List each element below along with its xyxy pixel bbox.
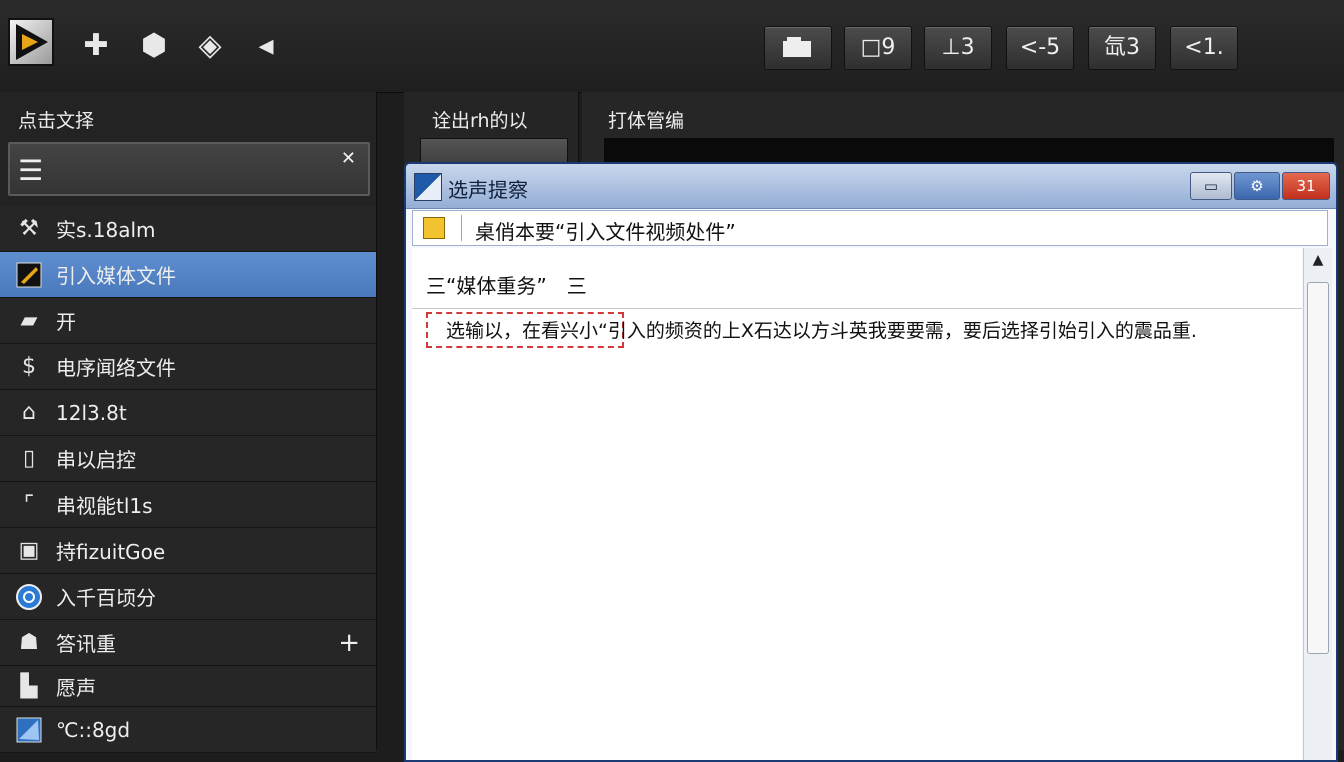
list-item-label: 引入媒体文件 [56, 264, 176, 288]
tool-icon: ⚒ [19, 216, 39, 241]
image-icon [12, 715, 46, 745]
list-item-label: 串视能tl1s [56, 494, 153, 518]
media-import-icon [12, 260, 46, 290]
list-item[interactable]: $ 电序闻络文件 [0, 344, 376, 390]
close-icon[interactable]: ✕ [341, 148, 356, 169]
globe-icon [12, 582, 46, 612]
list-item[interactable]: ⌜ 串视能tl1s [0, 482, 376, 528]
dialog-app-icon [414, 173, 442, 201]
list-item-label: 实s.18alm [56, 218, 156, 242]
address-separator [461, 215, 462, 241]
rewind-icon[interactable]: ✚ [76, 26, 116, 66]
house-icon: ⌂ [22, 400, 36, 425]
list-item[interactable]: ▣ 持fizuitGoe [0, 528, 376, 574]
person-icon: ☗ [19, 630, 39, 655]
document-icon: ▙ [20, 673, 38, 699]
list-item-label: 12l3.8t [56, 400, 127, 425]
camera-icon: ▣ [18, 538, 40, 563]
address-bar[interactable]: 桌俏本要“引入文件视频处件” [412, 210, 1328, 246]
list-item-label: 入千百顷分 [56, 586, 156, 610]
settings-icon[interactable]: ⬢ [134, 26, 174, 66]
toolbar-button-3[interactable]: <-5 [1006, 26, 1074, 70]
list-item[interactable]: ▯ 串以启控 [0, 436, 376, 482]
scroll-thumb[interactable] [1307, 282, 1329, 654]
close-button[interactable]: 31 [1282, 172, 1330, 200]
frame-icon: ▯ [22, 446, 36, 471]
list-item-label: 电序闻络文件 [56, 356, 176, 380]
list-item[interactable]: ⚒ 实s.18alm [0, 206, 376, 252]
corner-icon: ⌜ [23, 492, 35, 517]
right-panel-title: 打体管编 [608, 110, 685, 132]
top-toolbar: ✚ ⬢ ◈ ◂ □9 ⊥3 <-5 氙3 <1. [0, 0, 1344, 93]
back-icon[interactable]: ◂ [246, 26, 286, 66]
toolbar-button-4[interactable]: 氙3 [1088, 26, 1156, 70]
minimize-button[interactable]: ▭ [1190, 172, 1232, 200]
menu-icon[interactable]: ☰ [18, 154, 43, 187]
left-panel-title: 点击文择 [18, 110, 95, 132]
list-item-label: 持fizuitGoe [56, 540, 166, 564]
settings-button[interactable]: ⚙ [1234, 172, 1280, 200]
transition-icon[interactable]: ◈ [190, 26, 230, 66]
section-header: 三“媒体重务” 三 [426, 274, 587, 298]
add-icon[interactable]: + [338, 628, 360, 658]
list-item-label: 开 [56, 310, 76, 334]
list-item[interactable]: ▰ 开 [0, 298, 376, 344]
middle-panel-title: 诠出rh的以 [432, 110, 528, 132]
media-list: ⚒ 实s.18alm 引入媒体文件 ▰ 开 $ 电序闻络文件 ⌂ 12l3.8t ▯ 串以… [0, 206, 376, 753]
address-text: 桌俏本要“引入文件视频处件” [475, 220, 736, 244]
folder-icon: ▰ [20, 308, 38, 333]
search-box[interactable]: ☰ ✕ [8, 142, 370, 196]
scroll-up-icon[interactable]: ▲ [1304, 252, 1332, 276]
toolbar-button-1[interactable]: □9 [844, 26, 912, 70]
scrollbar[interactable]: ▲ [1303, 248, 1332, 760]
dialog-content: 三“媒体重务” 三 选输以，在看兴小“引入的频资的上X石达以方斗英我要要需，要后… [412, 248, 1302, 760]
dialog-title: 选声提察 [448, 178, 528, 202]
network-file-icon: $ [22, 354, 36, 379]
list-item[interactable]: ▙ 愿声 [0, 666, 376, 707]
list-item-label: 愿声 [56, 675, 96, 700]
list-item-selected[interactable]: 引入媒体文件 [0, 252, 376, 298]
list-item-label: 串以启控 [56, 448, 136, 472]
toolbar-button-folder[interactable] [764, 26, 832, 70]
folder-icon [423, 217, 445, 239]
list-item[interactable]: ☗ 答讯重 + [0, 620, 376, 666]
list-item[interactable]: 入千百顷分 [0, 574, 376, 620]
section-divider [412, 308, 1302, 309]
dialog-titlebar[interactable]: 选声提察 ▭ ⚙ 31 [406, 164, 1336, 209]
list-item[interactable]: ℃::8gd [0, 707, 376, 753]
list-item-label: 答讯重 [56, 632, 116, 656]
dialog-window: 选声提察 ▭ ⚙ 31 桌俏本要“引入文件视频处件” 三“媒体重务” 三 选输以… [404, 162, 1338, 762]
instruction-text: 选输以，在看兴小“引入的频资的上X石达以方斗英我要要需，要后选择引始引入的震品重… [446, 320, 1197, 342]
list-item-label: ℃::8gd [56, 717, 131, 742]
left-panel: 点击文择 ☰ ✕ ⚒ 实s.18alm 引入媒体文件 ▰ 开 $ 电序闻络文件 ⌂ 12… [0, 92, 377, 753]
app-logo-icon[interactable] [8, 18, 54, 66]
list-item[interactable]: ⌂ 12l3.8t [0, 390, 376, 436]
toolbar-button-5[interactable]: <1. [1170, 26, 1238, 70]
toolbar-button-2[interactable]: ⊥3 [924, 26, 992, 70]
